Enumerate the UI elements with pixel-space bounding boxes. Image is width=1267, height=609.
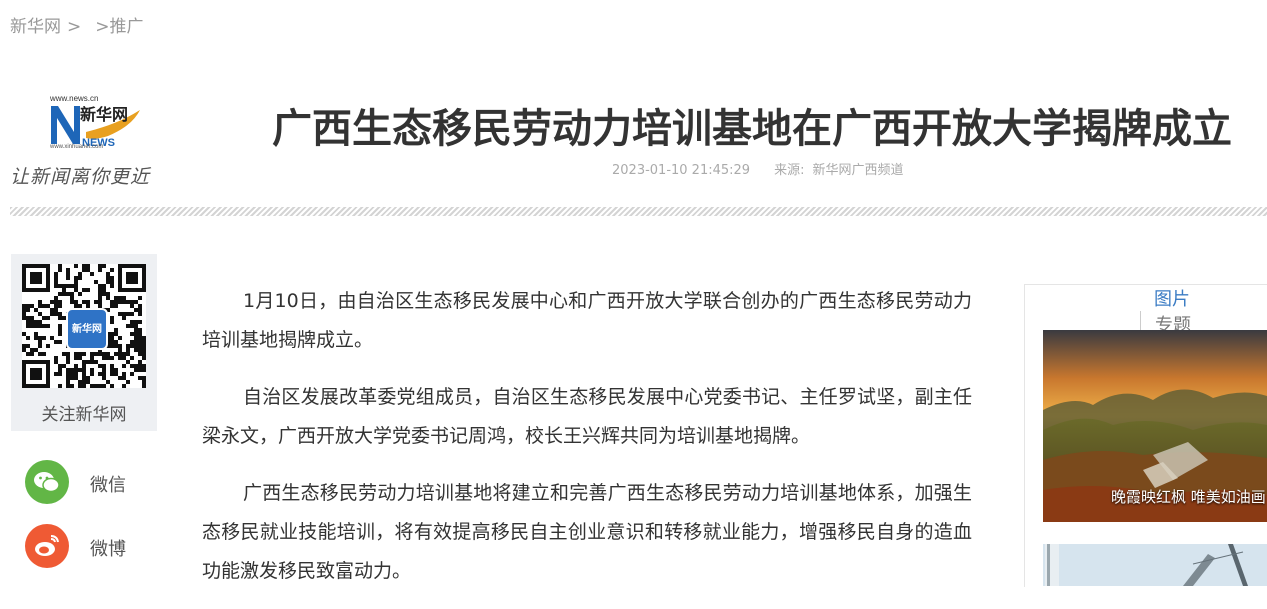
breadcrumb-separator: > xyxy=(67,17,82,37)
share-weibo-label: 微博 xyxy=(90,539,126,560)
article-meta: 2023-01-10 21:45:29 来源: 新华网广西频道 xyxy=(612,159,903,178)
share-wechat-label: 微信 xyxy=(90,475,126,496)
logo-slogan: 让新闻离你更近 xyxy=(10,166,151,188)
tab-pictures[interactable]: 图片 xyxy=(1140,285,1204,311)
qr-center-text: 新华网 xyxy=(72,324,102,335)
source-name: 新华网广西频道 xyxy=(812,163,904,178)
share-wechat[interactable]: 微信 xyxy=(25,460,175,504)
qr-code: 新华网 xyxy=(22,264,146,388)
weibo-icon[interactable] xyxy=(25,524,69,568)
logo-brand: 新华网 xyxy=(80,105,128,124)
sidebar-picture[interactable]: 晚霞映红枫 唯美如油画 xyxy=(1043,330,1267,522)
article-paragraph: 自治区发展改革委党组成员，自治区生态移民发展中心党委书记、主任罗试坚，副主任梁永… xyxy=(202,386,972,447)
sidebar-picture[interactable] xyxy=(1043,544,1267,586)
article-paragraph: 广西生态移民劳动力培训基地将建立和完善广西生态移民劳动力培训基地体系，加强生态移… xyxy=(202,482,972,582)
sidebar-tabs: 图片专题 xyxy=(1125,285,1267,337)
xinhua-logo[interactable]: www.news.cn 新华网 NEWS www.xinhuanet.com 让… xyxy=(10,92,160,188)
article-paragraph: 1月10日，由自治区生态移民发展中心和广西开放大学联合创办的广西生态移民劳动力培… xyxy=(202,290,972,351)
tower-image xyxy=(1043,544,1267,586)
picture-caption: 晚霞映红枫 唯美如油画 xyxy=(1111,488,1266,506)
wechat-icon[interactable] xyxy=(25,460,69,504)
logo-url-bottom: www.xinhuanet.com xyxy=(50,144,104,150)
source-label: 来源: xyxy=(774,163,805,178)
share-weibo[interactable]: 微博 xyxy=(25,524,175,568)
publish-date: 2023-01-10 21:45:29 xyxy=(612,163,751,178)
article-body: 1月10日，由自治区生态移民发展中心和广西开放大学联合创办的广西生态移民劳动力培… xyxy=(202,282,972,609)
qr-center-logo: 新华网 xyxy=(66,308,108,350)
breadcrumb-separator: > xyxy=(95,17,110,37)
breadcrumb-section-link[interactable]: 推广 xyxy=(110,17,144,37)
follow-label: 关注新华网 xyxy=(41,405,127,425)
breadcrumb-home-link[interactable]: 新华网 xyxy=(10,17,61,37)
breadcrumb: 新华网 > >推广 xyxy=(10,12,144,37)
follow-box: 新华网 关注新华网 xyxy=(11,254,157,431)
article-title: 广西生态移民劳动力培训基地在广西开放大学揭牌成立 xyxy=(272,106,1232,152)
header-divider xyxy=(10,207,1267,216)
